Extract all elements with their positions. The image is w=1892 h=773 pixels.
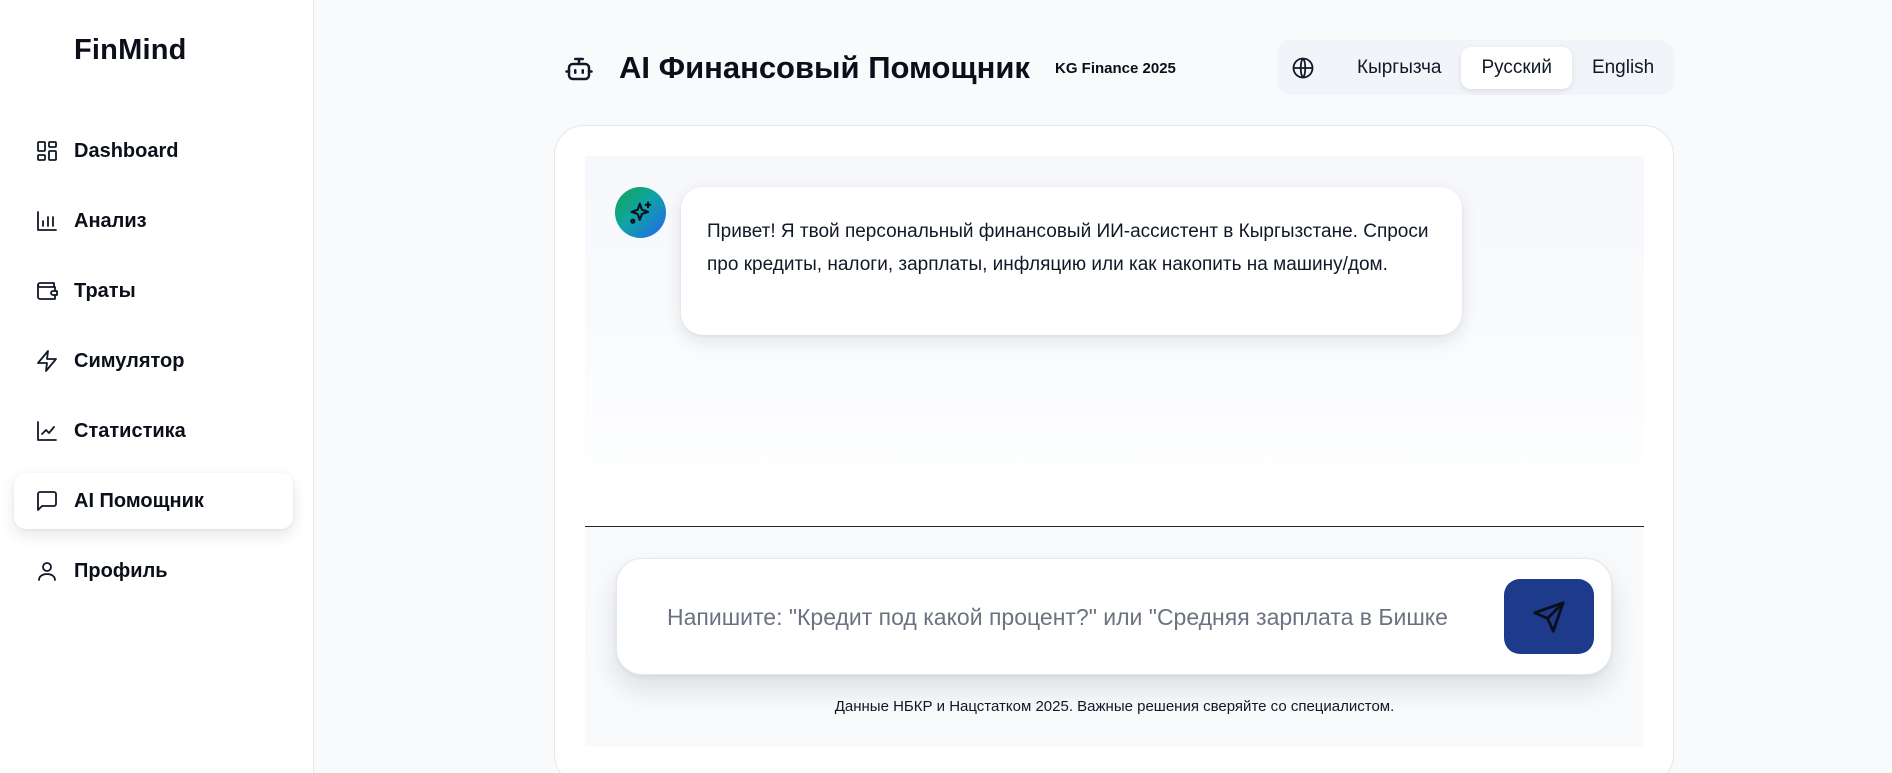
send-button[interactable] [1504,579,1594,654]
language-option-english[interactable]: English [1572,47,1674,89]
language-option-russian[interactable]: Русский [1461,46,1572,89]
disclaimer-text: Данные НБКР и Нацстатком 2025. Важные ре… [834,698,1395,715]
lightning-icon [34,348,60,374]
chat-icon [34,488,60,514]
sidebar-item-label: Симулятор [74,349,185,372]
assistant-avatar [615,187,666,238]
sidebar: FinMind Dashboard Анализ Траты Симулятор… [0,0,314,773]
sidebar-item-statistics[interactable]: Статистика [14,403,293,459]
sidebar-item-label: Профиль [74,559,168,582]
language-switcher: Кыргызча Русский English [1277,40,1674,95]
globe-icon [1291,54,1315,82]
sidebar-item-label: Траты [74,279,136,302]
sidebar-item-label: AI Помощник [74,489,204,512]
chat-input[interactable] [667,597,1447,637]
user-icon [34,558,60,584]
send-icon [1532,600,1566,634]
chat-input-container [616,558,1612,675]
chat-card: Привет! Я твой персональный финансовый И… [554,125,1674,773]
page-title: AI Финансовый Помощник [619,50,1030,85]
grid-icon [34,138,60,164]
sidebar-item-expenses[interactable]: Траты [14,263,293,319]
sidebar-item-profile[interactable]: Профиль [14,543,293,599]
line-chart-icon [34,418,60,444]
composer: Данные НБКР и Нацстатком 2025. Важные ре… [585,527,1644,747]
bar-chart-icon [34,208,60,234]
sidebar-item-label: Анализ [74,209,147,232]
sidebar-item-ai-assistant[interactable]: AI Помощник [14,473,293,529]
brand-logo-text[interactable]: FinMind [74,34,187,67]
assistant-message: Привет! Я твой персональный финансовый И… [681,187,1462,335]
sparkles-icon [627,199,655,227]
sidebar-item-dashboard[interactable]: Dashboard [14,123,293,179]
message-list[interactable]: Привет! Я твой персональный финансовый И… [585,156,1644,527]
language-option-kyrgyz[interactable]: Кыргызча [1337,47,1461,89]
sidebar-item-label: Статистика [74,419,186,442]
sidebar-item-simulator[interactable]: Симулятор [14,333,293,389]
sidebar-item-analysis[interactable]: Анализ [14,193,293,249]
robot-icon [564,54,594,84]
sidebar-item-label: Dashboard [74,139,179,162]
title-badge: KG Finance 2025 [1055,60,1176,77]
wallet-icon [34,278,60,304]
